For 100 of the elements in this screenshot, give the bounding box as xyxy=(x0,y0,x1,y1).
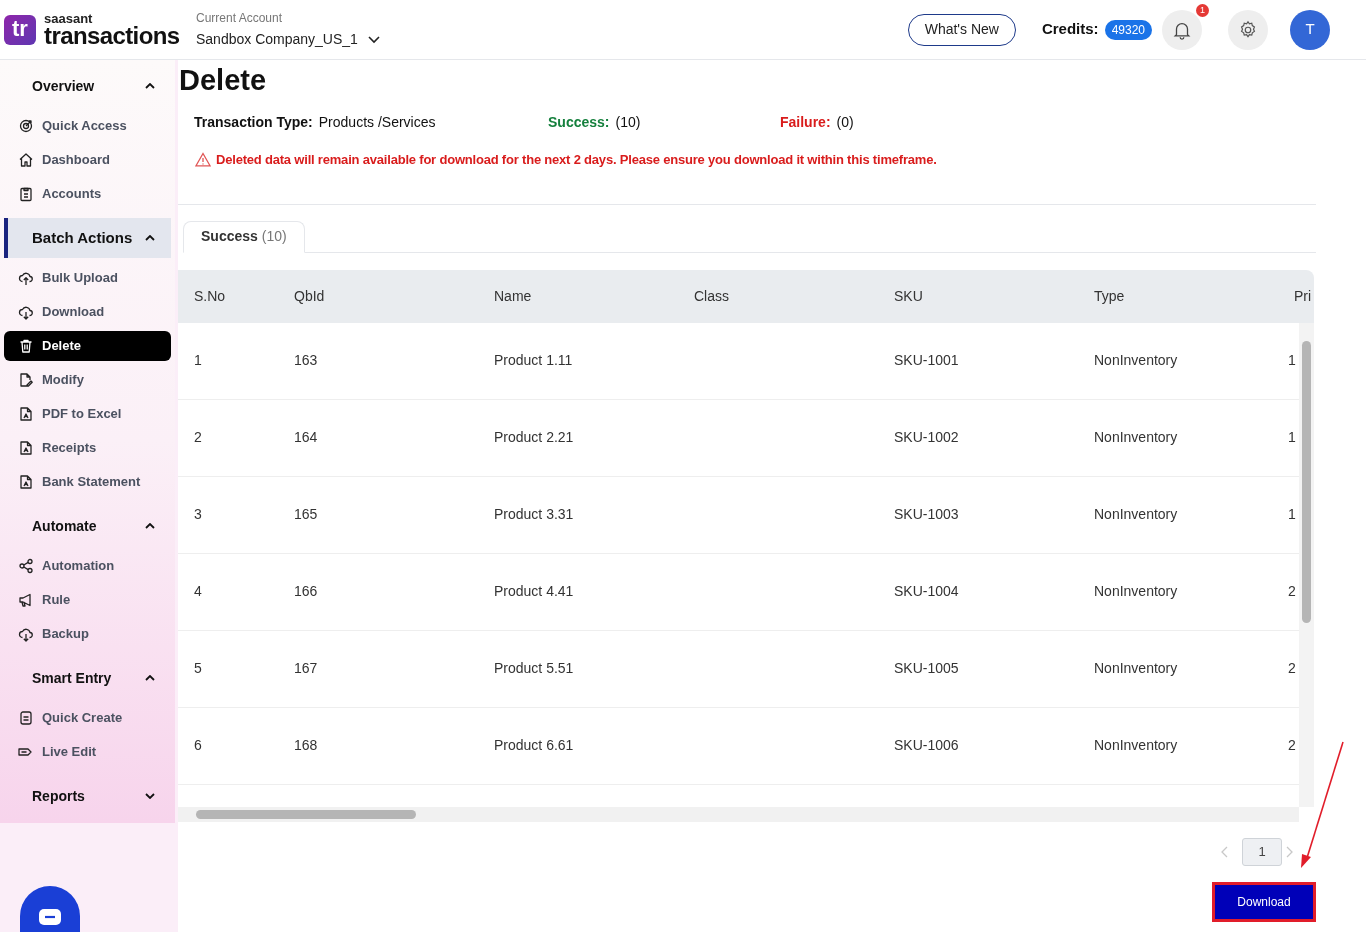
cloud-download-icon xyxy=(18,626,34,642)
table-cell-text: SKU-1004 xyxy=(893,582,960,601)
user-avatar[interactable]: T xyxy=(1290,9,1330,50)
table-cell-text: 168 xyxy=(293,736,319,755)
sidebar-section-header[interactable]: Reports xyxy=(4,776,171,816)
column-header: S.No xyxy=(193,286,227,306)
chevron-down-icon xyxy=(367,35,380,44)
table-cell-text: NonInventory xyxy=(1093,428,1179,447)
share-icon xyxy=(18,558,34,574)
file-edit-icon xyxy=(18,372,34,388)
table-cell-text: NonInventory xyxy=(1093,351,1179,370)
sidebar-item[interactable]: Bank Statement xyxy=(4,467,171,497)
sidebar-section-header[interactable]: Smart Entry xyxy=(4,658,171,698)
sidebar-item[interactable]: Receipts xyxy=(4,433,171,463)
sidebar-item[interactable]: Dashboard xyxy=(4,145,171,175)
cloud-download-icon xyxy=(18,304,34,320)
table-cell-text: 166 xyxy=(293,582,319,601)
column-header: Class xyxy=(693,286,730,306)
previous-page-icon[interactable] xyxy=(1220,845,1228,858)
column-header: QbId xyxy=(293,286,326,306)
table-cell-text: SKU-1001 xyxy=(893,351,960,370)
document-icon xyxy=(18,710,34,726)
chevron-up-icon xyxy=(145,675,155,681)
table-cell-text: 167 xyxy=(293,659,319,678)
warning-message: Deleted data will remain available for download for the next 2 days. Please ensure you download it within this timeframe. xyxy=(216,151,937,169)
table-cell-text: NonInventory xyxy=(1093,659,1179,678)
target-icon xyxy=(18,118,34,134)
next-page-icon[interactable] xyxy=(1286,845,1294,858)
column-header: Name xyxy=(493,286,533,306)
notification-badge: 1 xyxy=(1196,3,1209,17)
table-cell-text: 4 xyxy=(193,582,203,601)
chevron-down-icon xyxy=(145,793,155,799)
field-label: Success: xyxy=(548,113,610,132)
field-label: Failure: xyxy=(780,113,831,132)
home-icon xyxy=(18,152,34,168)
table-cell-text: 2 xyxy=(1287,659,1297,678)
sidebar-item[interactable]: Rule xyxy=(4,585,171,615)
table-cell-text: NonInventory xyxy=(1093,505,1179,524)
table-cell-text: 165 xyxy=(293,505,319,524)
megaphone-icon xyxy=(18,592,34,608)
page-button[interactable]: 1 xyxy=(1242,837,1282,866)
table-cell-text: 164 xyxy=(293,428,319,447)
sidebar-item[interactable]: Accounts xyxy=(4,179,171,209)
chevron-up-icon xyxy=(145,83,155,89)
pdf-file-icon xyxy=(18,440,34,456)
chat-button[interactable] xyxy=(20,886,80,932)
table-cell-text: Product 5.51 xyxy=(493,659,575,678)
sidebar-item[interactable]: Quick Access xyxy=(4,111,171,141)
logo-subtext: saasant xyxy=(44,12,94,25)
table-cell-text: NonInventory xyxy=(1093,582,1179,601)
credits-label: Credits: xyxy=(1041,19,1099,40)
sidebar-item[interactable]: Delete xyxy=(4,331,171,361)
download-button[interactable]: Download xyxy=(1212,881,1316,922)
table-cell-text: 2 xyxy=(193,428,203,447)
column-header: Pri xyxy=(1293,286,1313,306)
page-title: Delete xyxy=(179,63,268,98)
table-cell-text: 1 xyxy=(1287,428,1297,447)
account-label: Current Account xyxy=(196,10,284,27)
table-cell-text: 5 xyxy=(193,659,203,678)
table-cell-text: SKU-1003 xyxy=(893,505,960,524)
chevron-up-icon xyxy=(145,523,155,529)
field-label: Transaction Type: xyxy=(194,113,313,132)
table-cell-text: 3 xyxy=(193,505,203,524)
sidebar-section-header[interactable]: Overview xyxy=(4,66,171,106)
sidebar-item[interactable]: Quick Create xyxy=(4,703,171,733)
field-value: (10) xyxy=(615,113,641,132)
account-dropdown[interactable]: Sandbox Company_US_1 xyxy=(196,29,380,50)
settings-button[interactable] xyxy=(1228,9,1268,50)
column-header: Type xyxy=(1093,286,1126,306)
sidebar-item[interactable]: Bulk Upload xyxy=(4,263,171,293)
sidebar-item[interactable]: Download xyxy=(4,297,171,327)
table-cell-text: Product 4.41 xyxy=(493,582,575,601)
column-header: SKU xyxy=(893,286,924,306)
pdf-file-icon xyxy=(18,406,34,422)
table-cell-text: 1 xyxy=(1287,505,1297,524)
table-cell-text: 2 xyxy=(1287,582,1297,601)
table-cell-text: 2 xyxy=(1287,736,1297,755)
notifications-button[interactable] xyxy=(1162,9,1202,50)
pdf-file-icon xyxy=(18,474,34,490)
sidebar-item[interactable]: PDF to Excel xyxy=(4,399,171,429)
table-cell-text: SKU-1006 xyxy=(893,736,960,755)
table-cell-text: Product 2.21 xyxy=(493,428,575,447)
sidebar-section-header[interactable]: Automate xyxy=(4,506,171,546)
sidebar-section-header[interactable]: Batch Actions xyxy=(4,218,171,258)
sidebar-item[interactable]: Automation xyxy=(4,551,171,581)
sidebar-item[interactable]: Modify xyxy=(4,365,171,395)
table-cell-text: SKU-1002 xyxy=(893,428,960,447)
chat-icon xyxy=(38,908,62,926)
tab[interactable]: Success (10) xyxy=(183,220,305,253)
sidebar-item[interactable]: Live Edit xyxy=(4,737,171,767)
credits-badge: 49320 xyxy=(1104,19,1152,40)
table-cell-text: NonInventory xyxy=(1093,736,1179,755)
chevron-up-icon xyxy=(145,235,155,241)
trash-icon xyxy=(18,338,34,354)
table-cell-text: 1 xyxy=(1287,351,1297,370)
table-cell-text: 1 xyxy=(193,351,203,370)
table-cell-text: 163 xyxy=(293,351,319,370)
sidebar-item[interactable]: Backup xyxy=(4,619,171,649)
logo-text: transactions xyxy=(44,25,180,47)
table-cell-text: SKU-1005 xyxy=(893,659,960,678)
